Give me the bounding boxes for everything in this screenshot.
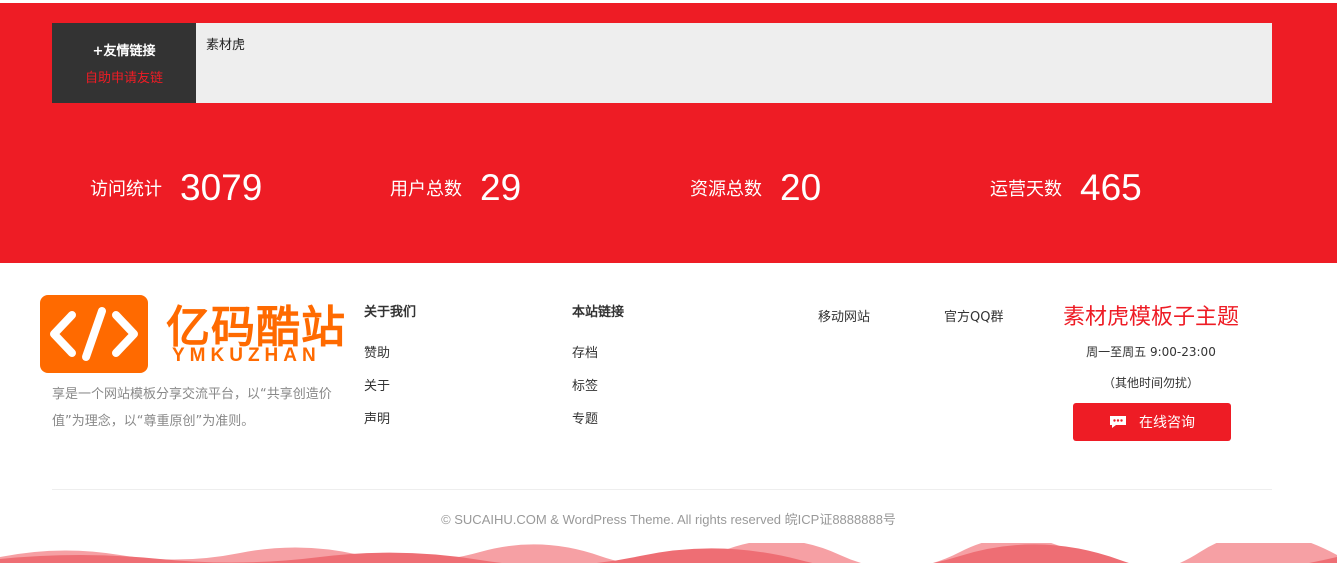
footer-link-archive[interactable]: 存档 [572,344,624,377]
mobile-site-label: 移动网站 [818,310,871,325]
friend-links-panel: +友情链接 自助申请友链 素材虎 [52,23,1272,103]
stat-days: 运营天数 465 [990,158,1142,218]
column-title: 关于我们 [364,305,417,320]
consult-button-label: 在线咨询 [1139,415,1195,431]
stat-value: 3079 [180,167,263,208]
contact-title: 素材虎模板子主题 [1062,305,1239,330]
code-brackets-icon [40,295,148,373]
stats-band: +友情链接 自助申请友链 素材虎 访问统计 3079 用户总数 29 资源总数 … [0,3,1337,263]
footer-link-statement[interactable]: 声明 [364,410,416,443]
site-stats: 访问统计 3079 用户总数 29 资源总数 20 运营天数 465 [0,158,1337,218]
decorative-waves [0,543,1337,563]
friend-links-header: +友情链接 自助申请友链 [52,23,196,103]
stat-label: 访问统计 [90,179,162,200]
stat-value: 465 [1080,167,1142,208]
site-footer: 亿码酷站 YMKUZHAN 享是一个网站模板分享交流平台，以“共享创造价值”为理… [0,263,1337,563]
footer-column-about: 关于我们 赞助 关于 声明 [364,301,416,443]
online-consult-button[interactable]: 在线咨询 [1073,403,1231,441]
stat-value: 20 [780,167,822,208]
friend-link-item[interactable]: 素材虎 [206,38,245,53]
qq-group-label: 官方QQ群 [944,310,1004,325]
footer-divider [52,489,1272,490]
stat-value: 29 [480,167,522,208]
friend-links-list: 素材虎 [196,23,1272,103]
stat-label: 用户总数 [390,179,462,200]
stat-label: 运营天数 [990,179,1062,200]
copyright-text: © SUCAIHU.COM & WordPress Theme. All rig… [441,512,896,527]
contact-hours: 周一至周五 9:00-23:00 [1086,345,1216,359]
logo-subtext: YMKUZHAN [172,345,321,366]
footer-column-site-links: 本站链接 存档 标签 专题 [572,301,624,443]
stat-resources: 资源总数 20 [690,158,821,218]
footer-link-tags[interactable]: 标签 [572,377,624,410]
site-logo[interactable]: 亿码酷站 YMKUZHAN [40,295,345,377]
column-title: 本站链接 [572,305,625,320]
apply-friend-link[interactable]: 自助申请友链 [85,67,163,86]
footer-link-about[interactable]: 关于 [364,377,416,410]
footer-link-sponsor[interactable]: 赞助 [364,344,416,377]
contact-panel: 素材虎模板子主题 周一至周五 9:00-23:00 （其他时间勿扰） 在线咨询 [1060,299,1242,441]
stat-users: 用户总数 29 [390,158,521,218]
about-description: 享是一个网站模板分享交流平台，以“共享创造价值”为理念，以“尊重原创”为准则。 [52,387,332,429]
friend-links-title: +友情链接 [92,44,156,59]
chat-bubble-icon [1109,415,1127,429]
contact-note: （其他时间勿扰） [1102,376,1199,390]
footer-link-topics[interactable]: 专题 [572,410,624,443]
stat-visits: 访问统计 3079 [90,158,262,218]
stat-label: 资源总数 [690,179,762,200]
